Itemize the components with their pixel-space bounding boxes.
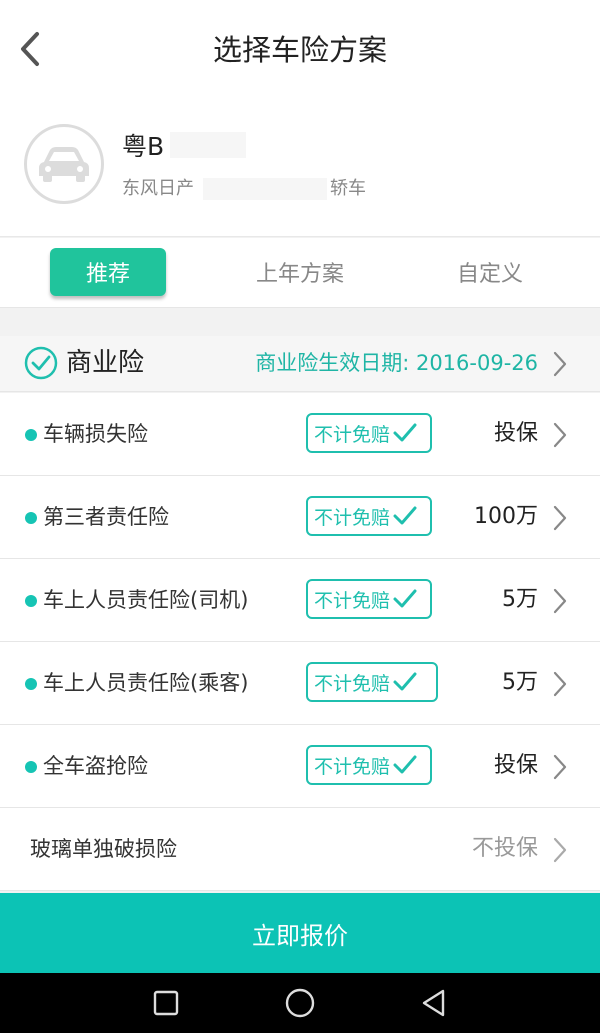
car-icon — [39, 147, 89, 182]
insurance-row-theft[interactable]: 全车盗抢险 不计免赔 投保 — [0, 725, 600, 808]
row-value: 5万 — [502, 670, 538, 695]
recent-apps-button[interactable] — [150, 987, 182, 1019]
badge-label: 不计免赔 — [314, 672, 391, 695]
car-avatar — [24, 124, 104, 204]
deductible-badge[interactable]: 不计免赔 — [306, 413, 432, 453]
insurance-row-passenger[interactable]: 车上人员责任险(乘客) 不计免赔 5万 — [0, 642, 600, 725]
page-title: 选择车险方案 — [212, 33, 387, 67]
effective-date: 商业险生效日期: 2016-09-26 — [255, 351, 538, 375]
bullet-dot — [25, 429, 37, 441]
row-label: 第三者责任险 — [43, 505, 169, 529]
deductible-badge[interactable]: 不计免赔 — [306, 579, 432, 619]
tab-custom[interactable]: 自定义 — [430, 248, 550, 296]
row-label: 全车盗抢险 — [43, 754, 148, 778]
check-icon — [393, 755, 417, 774]
triangle-back-icon — [422, 989, 445, 1017]
row-value: 100万 — [474, 504, 538, 529]
plate-number: 粤B — [122, 132, 165, 161]
system-back-button[interactable] — [418, 987, 450, 1019]
row-value: 5万 — [502, 587, 538, 612]
insurance-row-driver[interactable]: 车上人员责任险(司机) 不计免赔 5万 — [0, 559, 600, 642]
check-icon — [393, 672, 417, 691]
row-label: 车上人员责任险(司机) — [43, 588, 249, 612]
bullet-dot — [25, 512, 37, 524]
row-label: 车辆损失险 — [43, 422, 148, 446]
deductible-badge[interactable]: 不计免赔 — [306, 496, 432, 536]
row-label: 玻璃单独破损险 — [30, 837, 177, 861]
chevron-right-icon — [553, 505, 567, 531]
chevron-right-icon — [553, 754, 567, 780]
insurance-row-vehicle-damage[interactable]: 车辆损失险 不计免赔 投保 — [0, 393, 600, 476]
system-nav-bar — [0, 973, 600, 1033]
square-icon — [153, 990, 179, 1016]
deductible-badge[interactable]: 不计免赔 — [306, 662, 438, 702]
tab-recommended[interactable]: 推荐 — [50, 248, 166, 296]
car-info-card[interactable]: 粤B 东风日产 轿车 — [0, 100, 600, 237]
circle-icon — [285, 988, 315, 1018]
plate-redaction — [170, 132, 246, 158]
badge-label: 不计免赔 — [314, 755, 391, 778]
check-icon — [393, 506, 417, 525]
badge-label: 不计免赔 — [314, 506, 391, 529]
insurance-row-glass[interactable]: 玻璃单独破损险 不投保 — [0, 808, 600, 891]
row-value: 不投保 — [471, 836, 538, 861]
check-circle-icon — [24, 346, 58, 380]
section-title: 商业险 — [66, 348, 145, 378]
model-redaction — [203, 178, 327, 200]
chevron-right-icon — [553, 588, 567, 614]
car-model-suffix: 轿车 — [330, 178, 366, 199]
deductible-badge[interactable]: 不计免赔 — [306, 745, 432, 785]
bullet-dot — [25, 595, 37, 607]
row-value: 投保 — [493, 421, 538, 446]
row-value: 投保 — [493, 753, 538, 778]
insurance-row-third-party[interactable]: 第三者责任险 不计免赔 100万 — [0, 476, 600, 559]
bullet-dot — [25, 761, 37, 773]
row-label: 车上人员责任险(乘客) — [43, 671, 249, 695]
app-header: 选择车险方案 — [0, 0, 600, 100]
bullet-dot — [25, 678, 37, 690]
tab-last-year[interactable]: 上年方案 — [230, 248, 370, 296]
chevron-right-icon — [553, 422, 567, 448]
quote-now-button[interactable]: 立即报价 — [0, 893, 600, 973]
chevron-right-icon — [553, 837, 567, 863]
badge-label: 不计免赔 — [314, 423, 391, 446]
plan-tabs: 推荐 上年方案 自定义 — [0, 238, 600, 308]
check-icon — [393, 423, 417, 442]
badge-label: 不计免赔 — [314, 589, 391, 612]
commercial-insurance-header[interactable]: 商业险 商业险生效日期: 2016-09-26 — [0, 336, 600, 392]
home-button[interactable] — [284, 987, 316, 1019]
chevron-right-icon — [553, 671, 567, 697]
car-model-prefix: 东风日产 — [122, 178, 194, 199]
check-icon — [393, 589, 417, 608]
chevron-right-icon — [553, 351, 567, 377]
